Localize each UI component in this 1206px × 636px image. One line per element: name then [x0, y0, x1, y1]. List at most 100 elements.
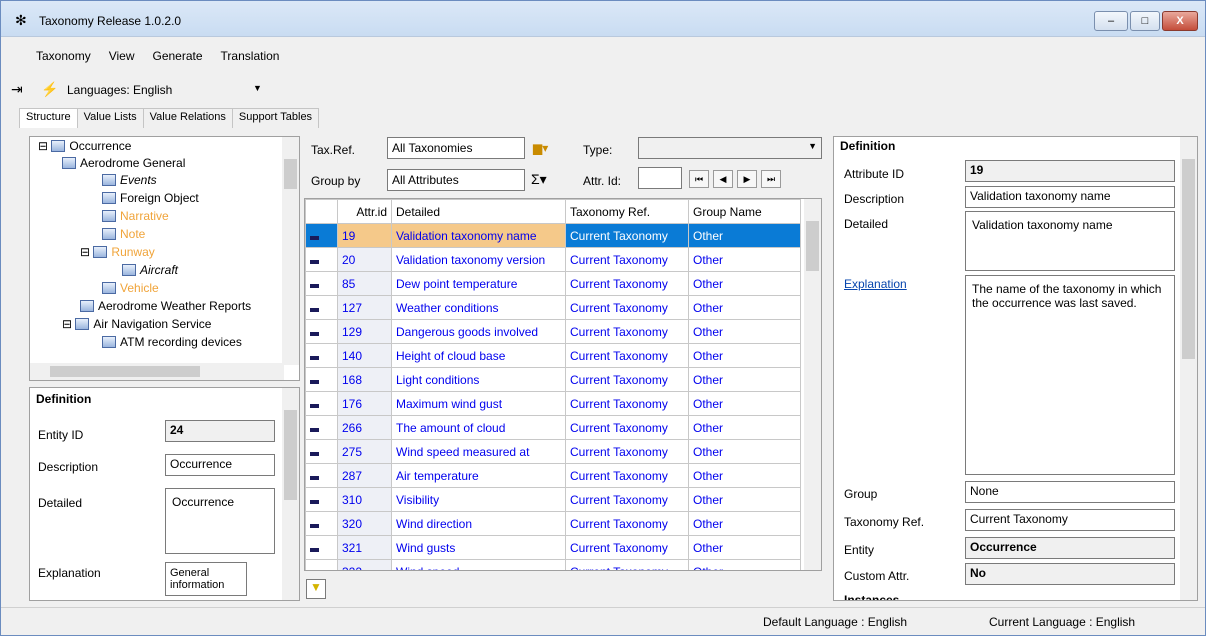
cell-group[interactable]: Other [688, 535, 801, 560]
row-marker[interactable] [305, 319, 338, 344]
cell-group[interactable]: Other [688, 511, 801, 536]
cell-attrid[interactable]: 310 [337, 487, 392, 512]
cell-taxref[interactable]: Current Taxonomy [565, 559, 689, 570]
cell-detailed[interactable]: Wind gusts [391, 535, 566, 560]
cell-taxref[interactable]: Current Taxonomy [565, 367, 689, 392]
cell-detailed[interactable]: Dangerous goods involved [391, 319, 566, 344]
cell-taxref[interactable]: Current Taxonomy [565, 343, 689, 368]
cell-group[interactable]: Other [688, 343, 801, 368]
table-row[interactable]: 266 The amount of cloud Current Taxonomy Ot… [305, 415, 801, 440]
exit-icon[interactable]: ⇥ [11, 81, 23, 98]
prev-record-icon[interactable]: ◀ [713, 170, 733, 188]
cell-attrid[interactable]: 140 [337, 343, 392, 368]
cell-attrid[interactable]: 266 [337, 415, 392, 440]
attributes-grid[interactable]: Attr.id Detailed Taxonomy Ref. Group Nam… [304, 198, 822, 571]
cell-group[interactable]: Other [688, 247, 801, 272]
tree-item[interactable]: Aircraft [122, 263, 178, 280]
cell-group[interactable]: Other [688, 439, 801, 464]
cell-attrid[interactable]: 127 [337, 295, 392, 320]
cell-detailed[interactable]: Visibility [391, 487, 566, 512]
last-record-icon[interactable]: ⏭ [761, 170, 781, 188]
explanation-field[interactable]: The name of the taxonomy in which the oc… [965, 275, 1175, 475]
row-marker[interactable] [305, 439, 338, 464]
cell-group[interactable]: Other [688, 367, 801, 392]
row-marker[interactable] [305, 271, 338, 296]
maximize-button[interactable]: □ [1130, 11, 1160, 31]
tab-value-lists[interactable]: Value Lists [76, 108, 144, 128]
tab-value-relations[interactable]: Value Relations [142, 108, 233, 128]
table-row[interactable]: 310 Visibility Current Taxonomy Other [305, 487, 801, 512]
tree-item[interactable]: ATM recording devices [102, 335, 242, 352]
table-row[interactable]: 320 Wind direction Current Taxonomy Other [305, 511, 801, 536]
row-marker[interactable] [305, 415, 338, 440]
tree-item[interactable]: Foreign Object [102, 191, 199, 208]
table-row[interactable]: 168 Light conditions Current Taxonomy Other [305, 367, 801, 392]
row-marker[interactable] [305, 391, 338, 416]
cell-attrid[interactable]: 85 [337, 271, 392, 296]
next-record-icon[interactable]: ▶ [737, 170, 757, 188]
collapse-icon[interactable]: ⊟ [38, 139, 48, 153]
table-row[interactable]: 287 Air temperature Current Taxonomy Other [305, 463, 801, 488]
table-row[interactable]: 19 Validation taxonomy name Current Taxono… [305, 223, 801, 248]
tree-item[interactable]: ⊟ Occurrence [38, 139, 131, 156]
tree-item[interactable]: Aerodrome Weather Reports [80, 299, 251, 316]
col-header-detailed[interactable]: Detailed [391, 199, 566, 224]
row-marker[interactable] [305, 487, 338, 512]
chevron-down-icon[interactable]: ▼ [808, 141, 817, 151]
scroll-thumb[interactable] [284, 410, 297, 500]
scroll-thumb[interactable] [1182, 159, 1195, 359]
col-header-attrid[interactable]: Attr.id [337, 199, 392, 224]
cell-taxref[interactable]: Current Taxonomy [565, 415, 689, 440]
tree-scrollbar[interactable] [282, 137, 299, 365]
grid-scrollbar[interactable] [804, 199, 821, 570]
row-marker[interactable] [305, 247, 338, 272]
row-marker[interactable] [305, 223, 338, 248]
taxref-select[interactable]: All Taxonomies [387, 137, 525, 159]
cell-attrid[interactable]: 19 [337, 223, 392, 248]
close-button[interactable]: X [1162, 11, 1198, 31]
cell-group[interactable]: Other [688, 223, 801, 248]
cell-taxref[interactable]: Current Taxonomy [565, 223, 689, 248]
tree-item[interactable]: ⊟ Runway [80, 245, 155, 262]
cell-attrid[interactable]: 129 [337, 319, 392, 344]
cell-taxref[interactable]: Current Taxonomy [565, 535, 689, 560]
cell-detailed[interactable]: Light conditions [391, 367, 566, 392]
cell-detailed[interactable]: Validation taxonomy version [391, 247, 566, 272]
tree-item[interactable]: Note [102, 227, 145, 244]
tab-structure[interactable]: Structure [19, 108, 78, 128]
col-header-taxref[interactable]: Taxonomy Ref. [565, 199, 689, 224]
cell-group[interactable]: Other [688, 487, 801, 512]
scroll-thumb[interactable] [50, 366, 200, 377]
row-marker[interactable] [305, 559, 338, 570]
collapse-icon[interactable]: ⊟ [80, 245, 90, 259]
row-marker[interactable] [305, 535, 338, 560]
row-marker[interactable] [305, 367, 338, 392]
col-header-group[interactable]: Group Name [688, 199, 801, 224]
cell-detailed[interactable]: Wind speed measured at [391, 439, 566, 464]
menu-view[interactable]: View [100, 47, 144, 65]
cell-detailed[interactable]: Dew point temperature [391, 271, 566, 296]
cell-attrid[interactable]: 20 [337, 247, 392, 272]
minimize-button[interactable]: – [1094, 11, 1128, 31]
cell-attrid[interactable]: 168 [337, 367, 392, 392]
table-row[interactable]: 20 Validation taxonomy version Current Tax… [305, 247, 801, 272]
row-marker[interactable] [305, 295, 338, 320]
scroll-thumb[interactable] [806, 221, 819, 271]
cell-detailed[interactable]: Wind speed [391, 559, 566, 570]
table-row[interactable]: 85 Dew point temperature Current Taxonomy O… [305, 271, 801, 296]
tree-item[interactable]: Vehicle [102, 281, 159, 298]
definition-scrollbar[interactable] [282, 388, 299, 600]
folder-icon[interactable]: ▆▾ [533, 141, 548, 155]
taxref-field[interactable]: Current Taxonomy [965, 509, 1175, 531]
cell-taxref[interactable]: Current Taxonomy [565, 391, 689, 416]
cell-detailed[interactable]: Wind direction [391, 511, 566, 536]
menu-translation[interactable]: Translation [212, 47, 289, 65]
cell-attrid[interactable]: 287 [337, 463, 392, 488]
table-row[interactable]: 322Wind speedCurrent TaxonomyOther [305, 559, 801, 570]
definition-scrollbar[interactable] [1180, 137, 1197, 600]
cell-detailed[interactable]: Air temperature [391, 463, 566, 488]
scroll-thumb[interactable] [284, 159, 297, 189]
lightning-icon[interactable]: ⚡ [41, 81, 58, 98]
cell-attrid[interactable]: 320 [337, 511, 392, 536]
cell-detailed[interactable]: Maximum wind gust [391, 391, 566, 416]
